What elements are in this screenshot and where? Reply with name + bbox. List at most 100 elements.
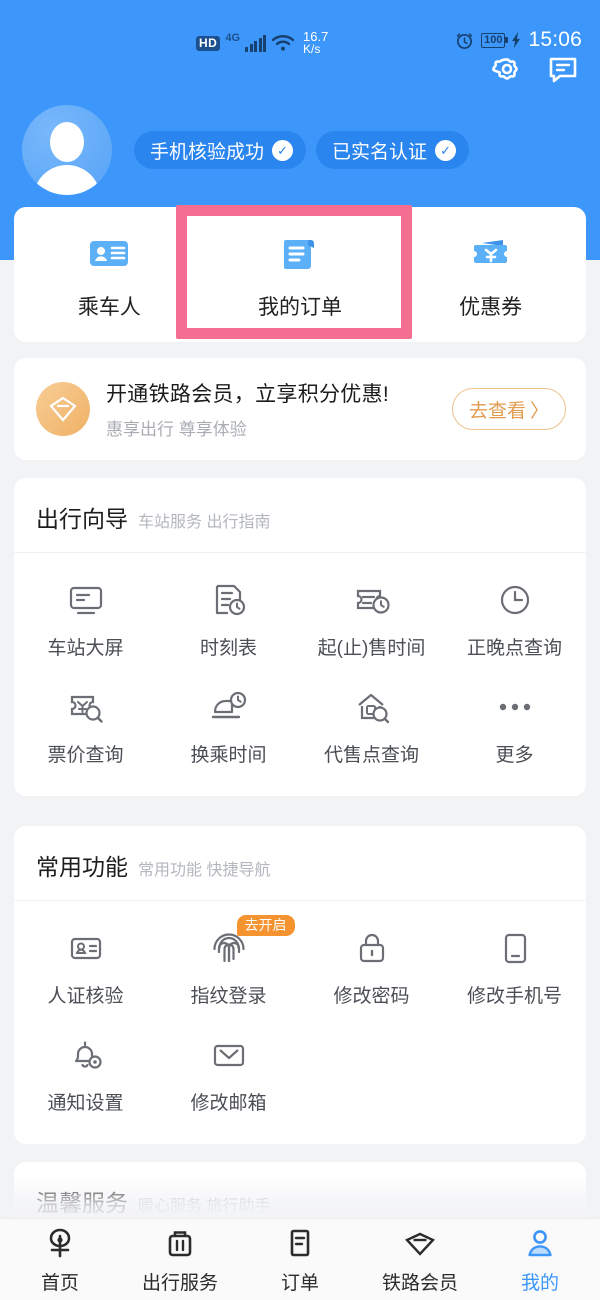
- tab-railway-member[interactable]: 铁路会员: [360, 1225, 480, 1295]
- grid-item-change-email[interactable]: 修改邮箱: [157, 1022, 300, 1129]
- clock-label: 15:06: [528, 28, 582, 51]
- order-document-icon: [276, 229, 324, 277]
- enable-badge[interactable]: 去开启: [236, 915, 295, 936]
- diamond-icon: [36, 382, 90, 436]
- section-title: 温馨服务: [36, 1190, 128, 1216]
- station-screen-icon: [65, 579, 107, 621]
- wifi-icon: [271, 34, 295, 52]
- grid-item-label: 更多: [495, 745, 534, 766]
- charging-bolt-icon: [512, 32, 521, 48]
- identity-verify-icon: [65, 927, 107, 969]
- grid-item-label: 票价查询: [47, 745, 124, 766]
- grid-item-change-password[interactable]: 修改密码: [300, 915, 443, 1022]
- tab-orders[interactable]: 订单: [240, 1225, 360, 1295]
- travel-guide-section: 出行向导 车站服务 出行指南 车站大屏 时刻表 起(止)售时间 正晚点查询 票价…: [14, 478, 586, 796]
- grid-item-agency-query[interactable]: 代售点查询: [300, 674, 443, 781]
- chevron-right-icon: 〉: [529, 400, 549, 422]
- grid-item-label: 正晚点查询: [466, 638, 562, 659]
- agency-search-icon: [351, 686, 393, 728]
- section-title: 常用功能: [36, 854, 128, 880]
- avatar-head: [50, 122, 84, 162]
- membership-text: 开通铁路会员，立享积分优惠! 惠享出行 尊享体验: [106, 378, 452, 440]
- ticket-clock-icon: [351, 579, 393, 621]
- signal-icon: [245, 34, 267, 52]
- grid-item-timetable[interactable]: 时刻表: [157, 567, 300, 674]
- grid-item-label: 修改邮箱: [190, 1093, 267, 1114]
- header-action-icons: [490, 52, 580, 86]
- badge-label: 手机核验成功: [150, 141, 265, 163]
- grid-item-label: 通知设置: [47, 1093, 124, 1114]
- quick-action-label: 乘车人: [77, 295, 141, 319]
- avatar[interactable]: [22, 105, 112, 195]
- quick-action-passenger[interactable]: 乘车人: [14, 207, 205, 342]
- tab-label: 出行服务: [141, 1272, 218, 1294]
- grid-item-delay-query[interactable]: 正晚点查询: [443, 567, 586, 674]
- travel-guide-grid: 车站大屏 时刻表 起(止)售时间 正晚点查询 票价查询 换乘时间 代售点查询 更…: [14, 553, 586, 795]
- bottom-tab-bar: 首页 出行服务 订单 铁路会员 我的: [0, 1218, 600, 1300]
- avatar-body: [34, 165, 100, 195]
- section-subtitle: 常用功能 快捷导航: [138, 862, 271, 879]
- tab-home[interactable]: 首页: [0, 1225, 120, 1295]
- railway-logo-icon: [42, 1225, 78, 1261]
- grid-item-label: 修改手机号: [466, 986, 562, 1007]
- coupon-wallet-icon: [467, 229, 515, 277]
- grid-item-station-screen[interactable]: 车站大屏: [14, 567, 157, 674]
- badge-label: 已实名认证: [332, 141, 428, 163]
- membership-view-label: 去查看: [468, 400, 526, 422]
- timetable-icon: [208, 579, 250, 621]
- profile-row[interactable]: 手机核验成功 ✓ 已实名认证 ✓: [0, 100, 600, 200]
- check-icon: ✓: [435, 139, 457, 161]
- battery-icon: 100: [481, 32, 509, 48]
- suitcase-icon: [162, 1225, 198, 1261]
- network-type-label: 4G: [225, 32, 241, 44]
- bell-settings-icon: [65, 1034, 107, 1076]
- grid-item-more[interactable]: 更多: [443, 674, 586, 781]
- common-functions-grid: 人证核验 去开启 指纹登录 修改密码 修改手机号 通知设置 修改邮箱: [14, 901, 586, 1143]
- tab-mine[interactable]: 我的: [480, 1225, 600, 1295]
- network-speed: 16.7 K/s: [303, 30, 328, 56]
- verification-badges: 手机核验成功 ✓ 已实名认证 ✓: [134, 131, 470, 169]
- more-dots-icon: [494, 686, 536, 728]
- grid-item-fingerprint-login[interactable]: 去开启 指纹登录: [157, 915, 300, 1022]
- grid-item-label: 换乘时间: [190, 745, 267, 766]
- grid-item-label: 修改密码: [333, 986, 410, 1007]
- gear-icon[interactable]: [490, 52, 524, 86]
- message-icon[interactable]: [546, 52, 580, 86]
- grid-item-label: 时刻表: [199, 638, 257, 659]
- tab-label: 铁路会员: [381, 1272, 458, 1294]
- section-header: 出行向导 车站服务 出行指南: [14, 478, 586, 553]
- tab-label: 首页: [40, 1272, 79, 1294]
- grid-item-sale-time[interactable]: 起(止)售时间: [300, 567, 443, 674]
- quick-actions-card: 乘车人 我的订单 优惠券: [14, 207, 586, 342]
- lock-icon: [351, 927, 393, 969]
- network-speed-unit: K/s: [303, 42, 321, 56]
- transfer-time-icon: [208, 686, 250, 728]
- section-header: 常用功能 常用功能 快捷导航: [14, 826, 586, 901]
- membership-banner[interactable]: 开通铁路会员，立享积分优惠! 惠享出行 尊享体验 去查看 〉: [14, 358, 586, 460]
- grid-item-fare-query[interactable]: 票价查询: [14, 674, 157, 781]
- fare-search-icon: [65, 686, 107, 728]
- phone-icon: [494, 927, 536, 969]
- hd-icon: HD: [196, 35, 221, 51]
- membership-subtitle: 惠享出行 尊享体验: [106, 420, 247, 439]
- quick-action-label: 我的订单: [258, 295, 342, 319]
- quick-action-label: 优惠券: [459, 295, 523, 319]
- quick-action-my-orders[interactable]: 我的订单: [205, 207, 396, 342]
- grid-item-label: 指纹登录: [190, 986, 267, 1007]
- status-badge-identity-verified: 已实名认证 ✓: [316, 131, 470, 169]
- membership-view-button[interactable]: 去查看 〉: [451, 388, 566, 430]
- grid-item-change-phone[interactable]: 修改手机号: [443, 915, 586, 1022]
- tab-label: 订单: [280, 1272, 319, 1294]
- section-subtitle: 车站服务 出行指南: [138, 514, 271, 531]
- status-bar-right-group: 100 15:06: [455, 28, 582, 52]
- quick-action-coupons[interactable]: 优惠券: [395, 207, 586, 342]
- envelope-icon: [208, 1034, 250, 1076]
- grid-item-identity-verify[interactable]: 人证核验: [14, 915, 157, 1022]
- alarm-icon: [455, 31, 474, 50]
- grid-item-notification-settings[interactable]: 通知设置: [14, 1022, 157, 1129]
- status-badge-phone-verified: 手机核验成功 ✓: [134, 131, 307, 169]
- app-screen: HD 4G 16.7 K/s 100 15:06 手机核验成功 ✓ 已实名认证 …: [0, 0, 600, 1300]
- quick-actions-row: 乘车人 我的订单 优惠券: [14, 207, 586, 342]
- grid-item-transfer-time[interactable]: 换乘时间: [157, 674, 300, 781]
- tab-travel-services[interactable]: 出行服务: [120, 1225, 240, 1295]
